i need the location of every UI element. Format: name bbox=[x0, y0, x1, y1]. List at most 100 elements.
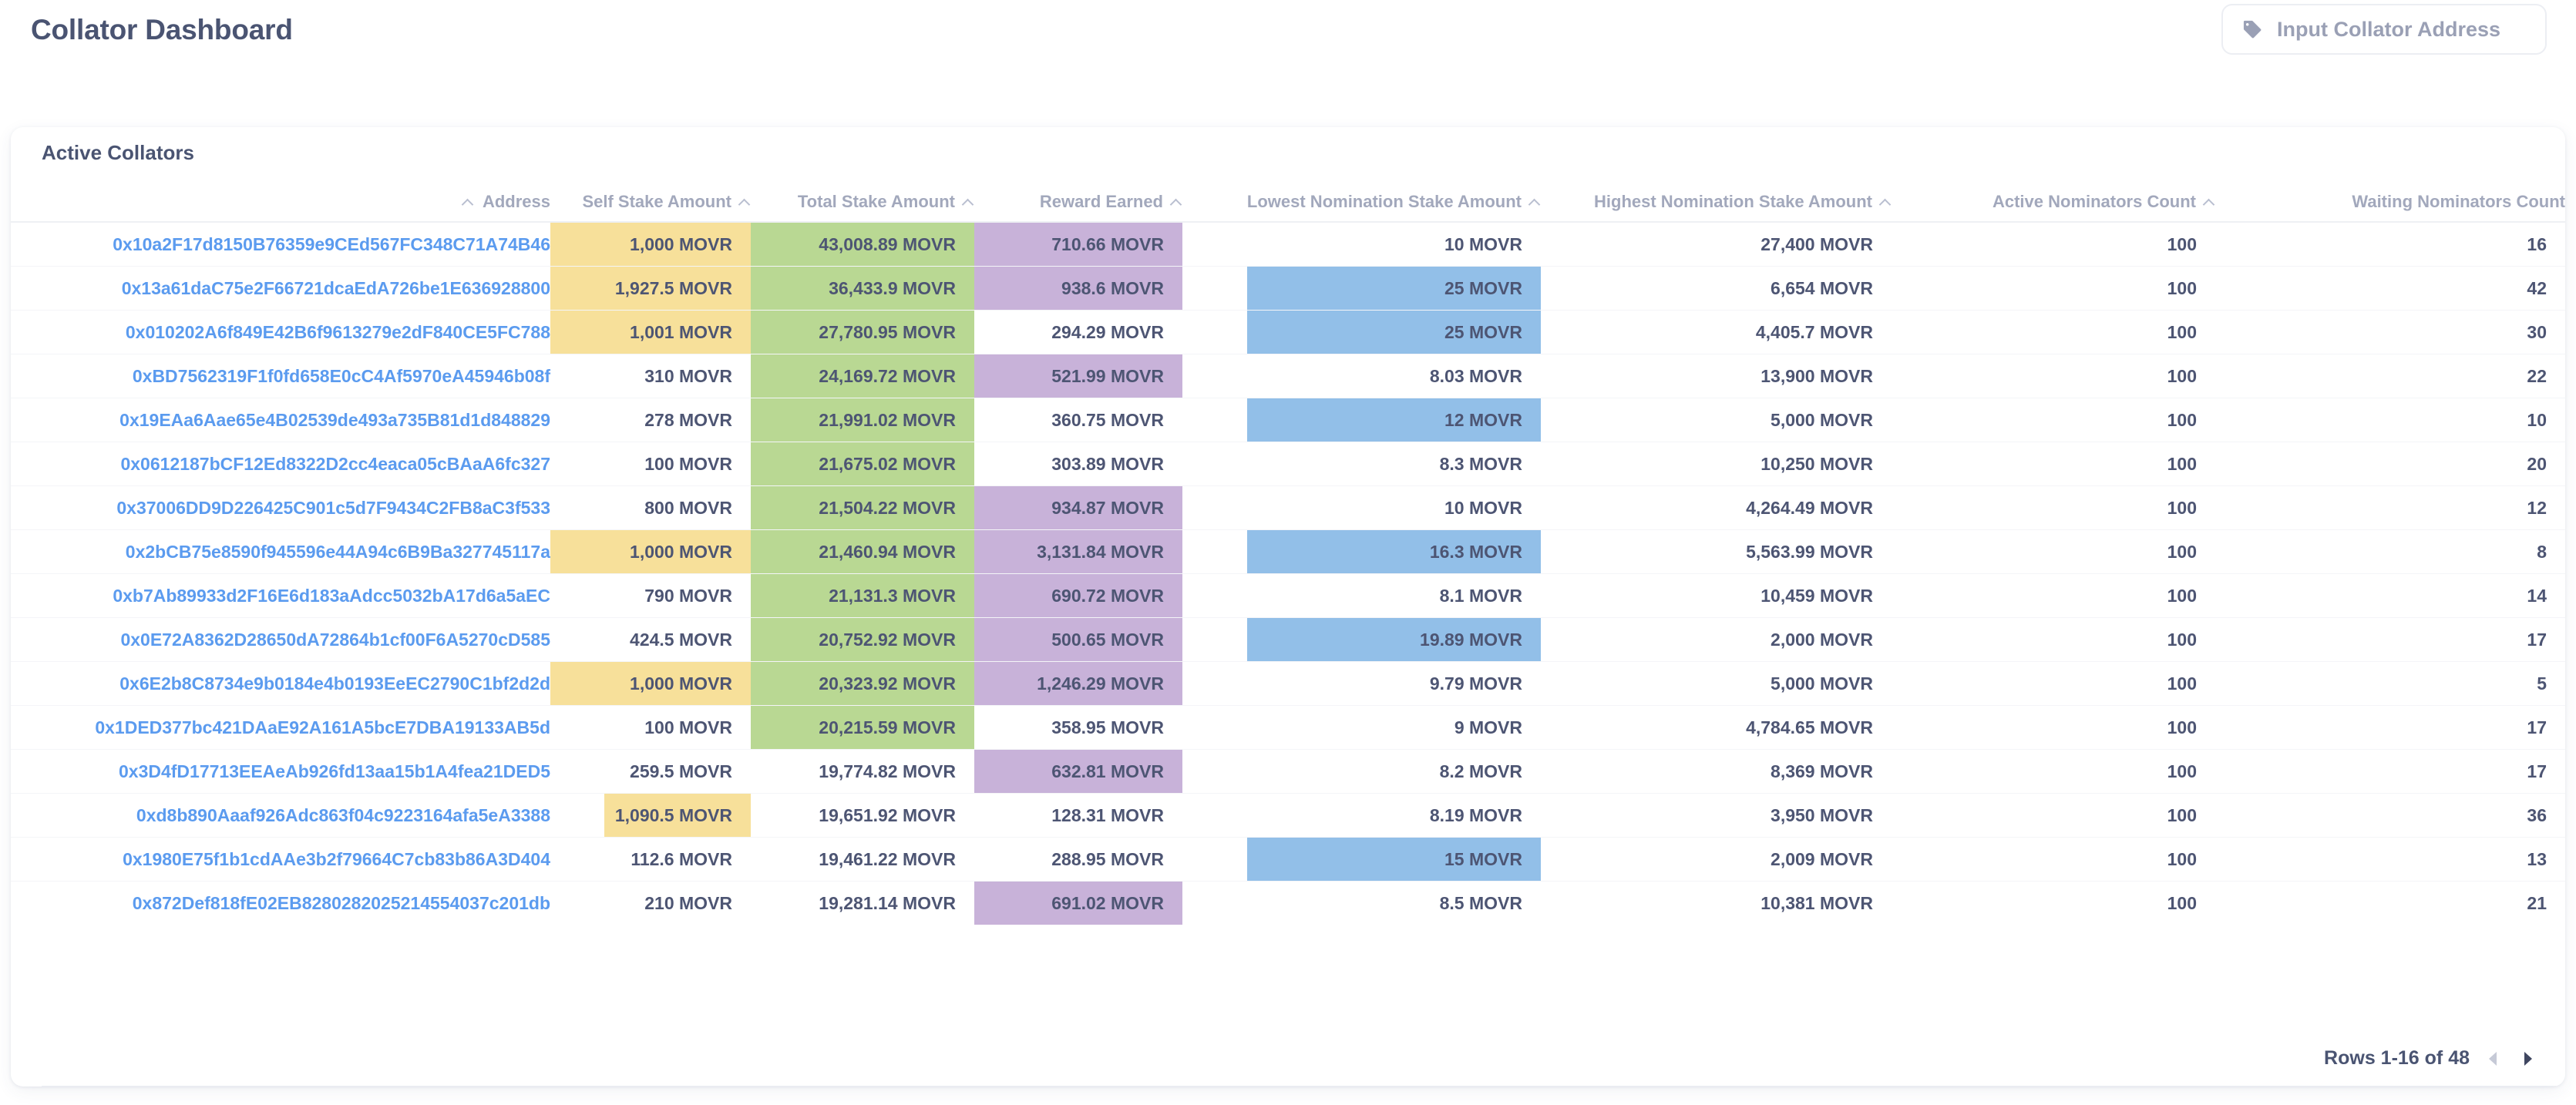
cell-reward-earned: 521.99 MOVR bbox=[974, 354, 1182, 398]
table-row[interactable]: 0x13a61daC75e2F66721dcaEdA726be1E6369288… bbox=[11, 266, 2565, 311]
cell-total-stake-amount: 24,169.72 MOVR bbox=[751, 354, 974, 398]
table-row[interactable]: 0x010202A6f849E42B6f9613279e2dF840CE5FC7… bbox=[11, 310, 2565, 354]
cell-lowest-nomination-stake-amount: 16.3 MOVR bbox=[1182, 529, 1541, 574]
column-header-lowest[interactable]: Lowest Nomination Stake Amount bbox=[1182, 172, 1541, 223]
table-row[interactable]: 0x3D4fD17713EEAeAb926fd13aa15b1A4fea21DE… bbox=[11, 749, 2565, 794]
column-header-label: Self Stake Amount bbox=[582, 192, 731, 211]
chevron-left-icon[interactable] bbox=[2484, 1049, 2504, 1069]
collator-address-link[interactable]: 0x6E2b8C8734e9b0184e4b0193EeEC2790C1bf2d… bbox=[119, 673, 550, 694]
cell-waiting-nominators-count-value: 21 bbox=[2527, 892, 2547, 913]
cell-self-stake-amount-value: 1,090.5 MOVR bbox=[604, 794, 751, 837]
table-row[interactable]: 0x19EAa6Aae65e4B02539de493a735B81d1d8488… bbox=[11, 398, 2565, 442]
cell-waiting-nominators-count-value: 22 bbox=[2527, 365, 2547, 386]
table-row[interactable]: 0xb7Ab89933d2F16E6d183aAdcc5032bA17d6a5a… bbox=[11, 573, 2565, 618]
collator-address-link[interactable]: 0x872Def818fE02EB8280282025214554037c201… bbox=[133, 893, 550, 913]
collator-address-link[interactable]: 0x1DED377bc421DAaE92A161A5bcE7DBA19133AB… bbox=[95, 717, 550, 737]
cell-highest-nomination-stake-amount-value: 4,784.65 MOVR bbox=[1746, 717, 1873, 737]
cell-total-stake-amount: 21,504.22 MOVR bbox=[751, 485, 974, 530]
collator-address-link[interactable]: 0xd8b890Aaaf926Adc863f04c9223164afa5eA33… bbox=[136, 805, 550, 825]
cell-highest-nomination-stake-amount-value: 27,400 MOVR bbox=[1760, 233, 1873, 254]
cell-total-stake-amount-value: 19,651.92 MOVR bbox=[819, 804, 956, 825]
cell-self-stake-amount-value: 1,000 MOVR bbox=[550, 662, 751, 705]
cell-reward-earned: 632.81 MOVR bbox=[974, 749, 1182, 794]
sort-caret-icon[interactable] bbox=[1881, 199, 1892, 206]
cell-self-stake-amount: 1,001 MOVR bbox=[550, 310, 751, 354]
cell-reward-earned-value: 360.75 MOVR bbox=[1051, 409, 1164, 430]
collator-address-placeholder: Input Collator Address bbox=[2277, 17, 2501, 41]
column-header-highest[interactable]: Highest Nomination Stake Amount bbox=[1541, 172, 1892, 223]
cell-self-stake-amount-value: 278 MOVR bbox=[644, 409, 732, 430]
collator-address-link[interactable]: 0x3D4fD17713EEAeAb926fd13aa15b1A4fea21DE… bbox=[119, 761, 550, 781]
collator-address-link[interactable]: 0x0E72A8362D28650dA72864b1cf00F6A5270cD5… bbox=[120, 630, 550, 650]
column-header-self[interactable]: Self Stake Amount bbox=[550, 172, 751, 223]
cell-total-stake-amount: 19,461.22 MOVR bbox=[751, 837, 974, 882]
cell-active-nominators-count-value: 100 bbox=[2167, 585, 2197, 606]
collator-address-link[interactable]: 0x37006DD9D226425C901c5d7F9434C2FB8aC3f5… bbox=[116, 498, 550, 518]
cell-waiting-nominators-count: 21 bbox=[2215, 882, 2565, 925]
cell-self-stake-amount-value: 1,001 MOVR bbox=[550, 311, 751, 354]
cell-lowest-nomination-stake-amount: 15 MOVR bbox=[1182, 837, 1541, 882]
collator-address-input[interactable]: Input Collator Address bbox=[2221, 4, 2547, 55]
table-row[interactable]: 0x6E2b8C8734e9b0184e4b0193EeEC2790C1bf2d… bbox=[11, 661, 2565, 706]
cell-waiting-nominators-count: 17 bbox=[2215, 617, 2565, 662]
table-row[interactable]: 0x872Def818fE02EB8280282025214554037c201… bbox=[11, 882, 2565, 925]
cell-self-stake-amount: 112.6 MOVR bbox=[550, 837, 751, 882]
column-header-reward[interactable]: Reward Earned bbox=[974, 172, 1182, 223]
sort-caret-icon[interactable] bbox=[463, 199, 474, 206]
collator-address-link[interactable]: 0xBD7562319F1f0fd658E0cC4Af5970eA45946b0… bbox=[133, 366, 550, 386]
table-row[interactable]: 0x0E72A8362D28650dA72864b1cf00F6A5270cD5… bbox=[11, 617, 2565, 662]
column-header-active[interactable]: Active Nominators Count bbox=[1892, 172, 2215, 223]
cell-reward-earned-value: 358.95 MOVR bbox=[1051, 717, 1164, 737]
table-row[interactable]: 0x2bCB75e8590f945596e44A94c6B9Ba32774511… bbox=[11, 529, 2565, 574]
cell-highest-nomination-stake-amount-value: 6,654 MOVR bbox=[1771, 277, 1873, 298]
cell-lowest-nomination-stake-amount-value: 19.89 MOVR bbox=[1246, 618, 1541, 661]
sort-caret-icon[interactable] bbox=[2204, 199, 2215, 206]
cell-address: 0x1980E75f1b1cdAAe3b2f79664C7cb83b86A3D4… bbox=[11, 837, 550, 882]
cell-total-stake-amount-value: 20,323.92 MOVR bbox=[751, 662, 974, 705]
collator-address-link[interactable]: 0xb7Ab89933d2F16E6d183aAdcc5032bA17d6a5a… bbox=[113, 586, 550, 606]
column-header-total[interactable]: Total Stake Amount bbox=[751, 172, 974, 223]
cell-self-stake-amount: 1,927.5 MOVR bbox=[550, 266, 751, 311]
cell-active-nominators-count: 100 bbox=[1892, 749, 2215, 794]
cell-lowest-nomination-stake-amount-value: 8.5 MOVR bbox=[1439, 892, 1522, 913]
collator-address-link[interactable]: 0x2bCB75e8590f945596e44A94c6B9Ba32774511… bbox=[126, 542, 550, 562]
cell-waiting-nominators-count-value: 42 bbox=[2527, 277, 2547, 298]
table-row[interactable]: 0x0612187bCF12Ed8322D2cc4eaca05cBAaA6fc3… bbox=[11, 442, 2565, 486]
collator-address-link[interactable]: 0x19EAa6Aae65e4B02539de493a735B81d1d8488… bbox=[119, 410, 550, 430]
cell-lowest-nomination-stake-amount: 8.5 MOVR bbox=[1182, 882, 1541, 925]
collator-address-link[interactable]: 0x0612187bCF12Ed8322D2cc4eaca05cBAaA6fc3… bbox=[120, 454, 550, 474]
cell-self-stake-amount: 1,000 MOVR bbox=[550, 529, 751, 574]
collator-address-link[interactable]: 0x10a2F17d8150B76359e9CEd567FC348C71A74B… bbox=[113, 234, 550, 254]
cell-waiting-nominators-count: 42 bbox=[2215, 266, 2565, 311]
cell-total-stake-amount: 43,008.89 MOVR bbox=[751, 222, 974, 267]
cell-highest-nomination-stake-amount-value: 8,369 MOVR bbox=[1771, 761, 1873, 781]
table-row[interactable]: 0xBD7562319F1f0fd658E0cC4Af5970eA45946b0… bbox=[11, 354, 2565, 398]
rows-count-label: Rows 1-16 of 48 bbox=[2324, 1047, 2470, 1069]
table-row[interactable]: 0x1DED377bc421DAaE92A161A5bcE7DBA19133AB… bbox=[11, 705, 2565, 750]
table-row[interactable]: 0x10a2F17d8150B76359e9CEd567FC348C71A74B… bbox=[11, 222, 2565, 267]
cell-address: 0x0612187bCF12Ed8322D2cc4eaca05cBAaA6fc3… bbox=[11, 442, 550, 486]
chevron-right-icon[interactable] bbox=[2517, 1049, 2537, 1069]
cell-active-nominators-count: 100 bbox=[1892, 837, 2215, 882]
sort-caret-icon[interactable] bbox=[1172, 199, 1182, 206]
cell-reward-earned-value: 294.29 MOVR bbox=[1051, 321, 1164, 342]
table-row[interactable]: 0xd8b890Aaaf926Adc863f04c9223164afa5eA33… bbox=[11, 793, 2565, 838]
sort-caret-icon[interactable] bbox=[963, 199, 974, 206]
column-header-address[interactable]: Address bbox=[11, 172, 550, 223]
collator-address-link[interactable]: 0x1980E75f1b1cdAAe3b2f79664C7cb83b86A3D4… bbox=[123, 849, 550, 869]
table-row[interactable]: 0x1980E75f1b1cdAAe3b2f79664C7cb83b86A3D4… bbox=[11, 837, 2565, 882]
cell-self-stake-amount: 278 MOVR bbox=[550, 398, 751, 442]
cell-active-nominators-count: 100 bbox=[1892, 705, 2215, 750]
cell-active-nominators-count-value: 100 bbox=[2167, 277, 2197, 298]
cell-lowest-nomination-stake-amount-value: 15 MOVR bbox=[1246, 838, 1541, 881]
sort-caret-icon[interactable] bbox=[740, 199, 751, 206]
table-row[interactable]: 0x37006DD9D226425C901c5d7F9434C2FB8aC3f5… bbox=[11, 485, 2565, 530]
cell-total-stake-amount-value: 27,780.95 MOVR bbox=[751, 311, 974, 354]
cell-highest-nomination-stake-amount-value: 5,000 MOVR bbox=[1771, 409, 1873, 430]
cell-active-nominators-count: 100 bbox=[1892, 354, 2215, 398]
sort-caret-icon[interactable] bbox=[1530, 199, 1541, 206]
cell-reward-earned-value: 938.6 MOVR bbox=[974, 267, 1182, 310]
collator-address-link[interactable]: 0x13a61daC75e2F66721dcaEdA726be1E6369288… bbox=[122, 278, 550, 298]
cell-reward-earned: 294.29 MOVR bbox=[974, 310, 1182, 354]
collator-address-link[interactable]: 0x010202A6f849E42B6f9613279e2dF840CE5FC7… bbox=[126, 322, 550, 342]
